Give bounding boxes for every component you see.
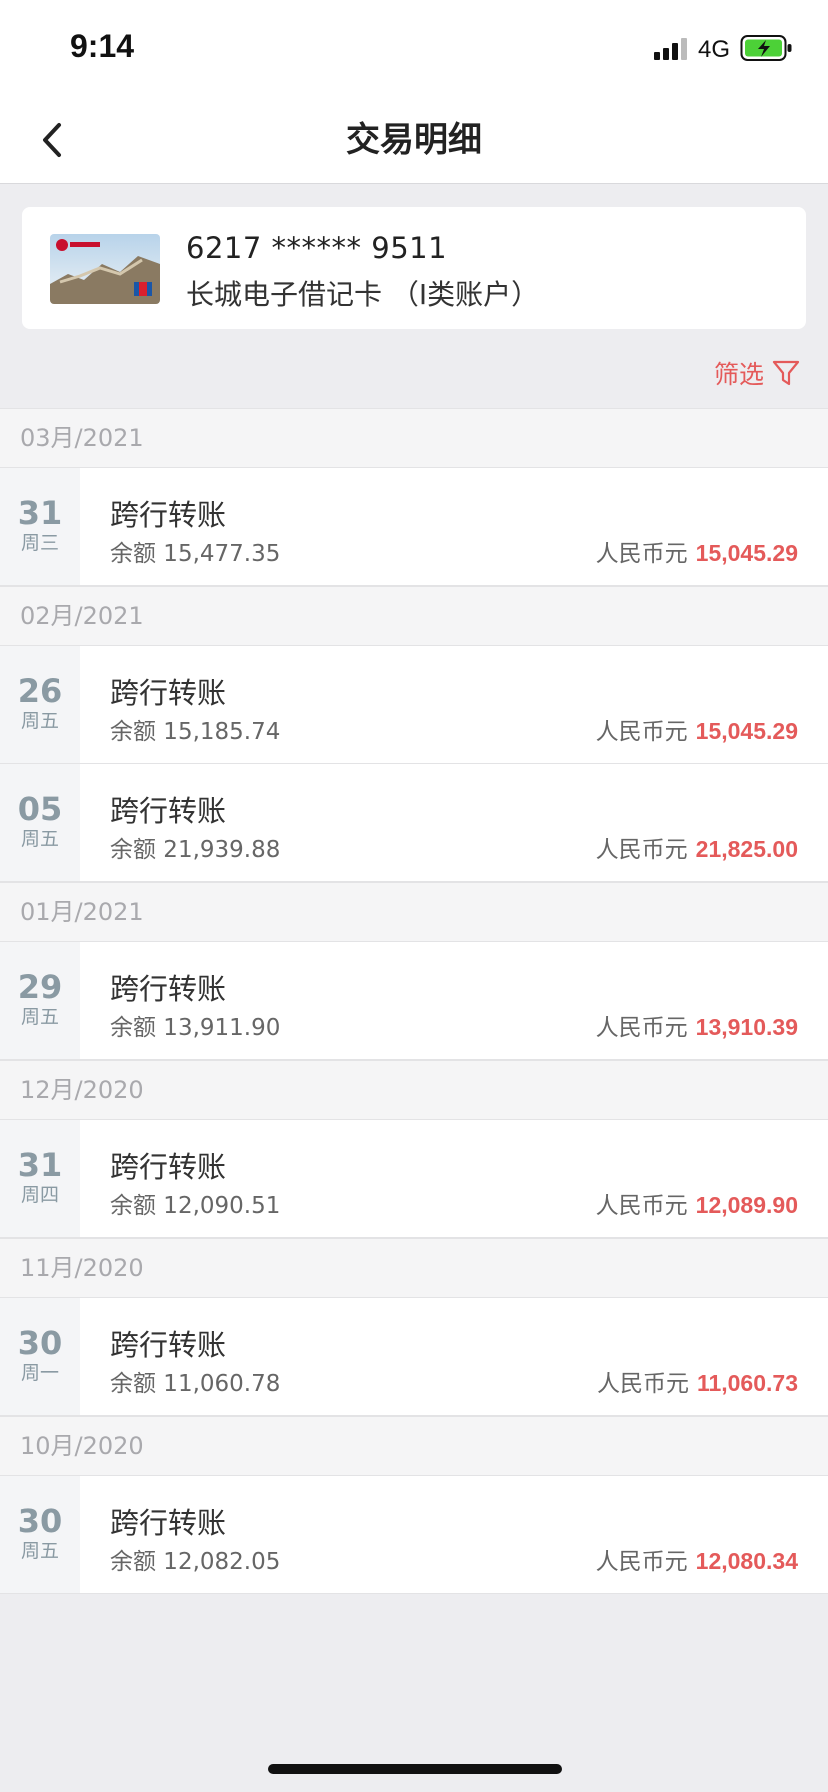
transaction-body: 跨行转账余额 12,082.05 人民币元 12,080.34 bbox=[80, 1476, 828, 1593]
transaction-currency: 人民币元 bbox=[595, 837, 688, 863]
transaction-amount-value: 15,045.29 bbox=[695, 718, 798, 744]
transaction-currency: 人民币元 bbox=[595, 1193, 688, 1219]
transaction-row[interactable]: 31 周四 跨行转账 余额 12,090.51 人民币元 12,089.90 bbox=[0, 1120, 828, 1238]
page-title: 交易明细 bbox=[346, 120, 482, 160]
transaction-type: 跨行转账 bbox=[110, 1506, 227, 1540]
transaction-balance: 余额 15,477.35 bbox=[110, 541, 281, 567]
transaction-day: 31 bbox=[17, 494, 63, 532]
filter-funnel-icon bbox=[772, 360, 800, 386]
transaction-amount: 人民币元 12,080.34 bbox=[596, 1542, 798, 1576]
filter-button[interactable]: 筛选 bbox=[700, 353, 800, 393]
transaction-amount: 人民币元 15,045.29 bbox=[596, 712, 798, 746]
filter-label: 筛选 bbox=[713, 360, 764, 389]
transaction-row[interactable]: 30 周一 跨行转账 余额 11,060.78 人民币元 11,060.73 bbox=[0, 1298, 828, 1416]
transaction-amount-value: 21,825.00 bbox=[695, 836, 798, 862]
transaction-body: 跨行转账余额 12,090.51 人民币元 12,089.90 bbox=[80, 1120, 828, 1237]
transaction-balance: 余额 12,090.51 bbox=[110, 1193, 281, 1219]
transaction-weekday: 周一 bbox=[20, 1362, 59, 1384]
transaction-amount-value: 12,089.90 bbox=[695, 1192, 798, 1218]
transaction-balance: 余额 12,082.05 bbox=[110, 1549, 281, 1575]
transaction-date: 31 周四 bbox=[0, 1120, 80, 1237]
card-name: 长城电子借记卡 （I类账户） bbox=[186, 278, 540, 311]
signal-icon bbox=[654, 38, 690, 64]
month-header: 02月/2021 bbox=[0, 586, 828, 646]
transaction-amount-value: 11,060.73 bbox=[696, 1370, 798, 1396]
transaction-date: 30 周五 bbox=[0, 1476, 80, 1593]
transaction-weekday: 周五 bbox=[20, 1540, 59, 1562]
transaction-body: 跨行转账余额 11,060.78 人民币元 11,060.73 bbox=[80, 1298, 828, 1415]
transaction-currency: 人民币元 bbox=[595, 1015, 688, 1041]
back-button[interactable] bbox=[28, 114, 76, 166]
transaction-type: 跨行转账 bbox=[110, 794, 227, 828]
transaction-type: 跨行转账 bbox=[110, 972, 227, 1006]
home-indicator[interactable] bbox=[268, 1764, 562, 1774]
transaction-weekday: 周五 bbox=[20, 828, 59, 850]
transaction-amount-value: 15,045.29 bbox=[695, 540, 798, 566]
transaction-day: 30 bbox=[17, 1324, 63, 1362]
transaction-body: 跨行转账余额 15,477.35 人民币元 15,045.29 bbox=[80, 468, 828, 585]
transaction-row[interactable]: 29 周五 跨行转账 余额 13,911.90 人民币元 13,910.39 bbox=[0, 942, 828, 1060]
transaction-balance: 余额 13,911.90 bbox=[110, 1015, 281, 1041]
transaction-amount: 人民币元 15,045.29 bbox=[596, 534, 798, 568]
transaction-weekday: 周五 bbox=[20, 1006, 59, 1028]
transaction-amount: 人民币元 11,060.73 bbox=[597, 1364, 798, 1398]
transaction-type: 跨行转账 bbox=[110, 498, 227, 532]
transaction-list: 03月/2021 31 周三 跨行转账 余额 15,477.35 人民币元 15,045.2… bbox=[0, 408, 828, 1594]
transaction-row[interactable]: 31 周三 跨行转账 余额 15,477.35 人民币元 15,045.29 bbox=[0, 468, 828, 586]
transaction-amount-value: 12,080.34 bbox=[695, 1548, 798, 1574]
transaction-row[interactable]: 30 周五 跨行转账 余额 12,082.05 人民币元 12,080.34 bbox=[0, 1476, 828, 1594]
transaction-date: 31 周三 bbox=[0, 468, 80, 585]
nav-bar: 交易明细 bbox=[0, 96, 828, 184]
month-header: 01月/2021 bbox=[0, 882, 828, 942]
transaction-day: 31 bbox=[17, 1146, 63, 1184]
transaction-day: 26 bbox=[17, 672, 63, 710]
month-header: 12月/2020 bbox=[0, 1060, 828, 1120]
transaction-amount-value: 13,910.39 bbox=[695, 1014, 798, 1040]
transaction-type: 跨行转账 bbox=[110, 1150, 227, 1184]
month-header: 10月/2020 bbox=[0, 1416, 828, 1476]
transaction-amount: 人民币元 21,825.00 bbox=[596, 830, 798, 864]
transaction-balance: 余额 15,185.74 bbox=[110, 719, 281, 745]
transaction-weekday: 周三 bbox=[20, 532, 59, 554]
transaction-currency: 人民币元 bbox=[595, 719, 688, 745]
battery-charging-icon bbox=[740, 34, 794, 66]
transaction-date: 26 周五 bbox=[0, 646, 80, 763]
transaction-type: 跨行转账 bbox=[110, 1328, 227, 1362]
transaction-row[interactable]: 05 周五 跨行转账 余额 21,939.88 人民币元 21,825.00 bbox=[0, 764, 828, 882]
transaction-weekday: 周五 bbox=[20, 710, 59, 732]
transaction-currency: 人民币元 bbox=[595, 541, 688, 567]
bank-card-image bbox=[50, 234, 160, 304]
transaction-amount: 人民币元 13,910.39 bbox=[596, 1008, 798, 1042]
transaction-day: 30 bbox=[17, 1502, 63, 1540]
card-summary[interactable]: 6217 ****** 9511 长城电子借记卡 （I类账户） bbox=[22, 207, 806, 329]
month-header: 11月/2020 bbox=[0, 1238, 828, 1298]
status-time: 9:14 bbox=[70, 28, 135, 64]
transaction-weekday: 周四 bbox=[20, 1184, 59, 1206]
transaction-day: 29 bbox=[17, 968, 63, 1006]
transaction-day: 05 bbox=[17, 790, 63, 828]
transaction-type: 跨行转账 bbox=[110, 676, 227, 710]
transaction-balance: 余额 11,060.78 bbox=[110, 1371, 281, 1397]
status-bar: 9:14 4G bbox=[0, 0, 828, 96]
transaction-date: 30 周一 bbox=[0, 1298, 80, 1415]
network-label: 4G bbox=[698, 36, 731, 63]
transaction-body: 跨行转账余额 15,185.74 人民币元 15,045.29 bbox=[80, 646, 828, 763]
transaction-balance: 余额 21,939.88 bbox=[110, 837, 281, 863]
transaction-date: 29 周五 bbox=[0, 942, 80, 1059]
transaction-currency: 人民币元 bbox=[595, 1549, 688, 1575]
transaction-date: 05 周五 bbox=[0, 764, 80, 881]
transaction-body: 跨行转账余额 13,911.90 人民币元 13,910.39 bbox=[80, 942, 828, 1059]
transaction-row[interactable]: 26 周五 跨行转账 余额 15,185.74 人民币元 15,045.29 bbox=[0, 646, 828, 764]
chevron-left-icon bbox=[43, 123, 61, 157]
card-number: 6217 ****** 9511 bbox=[186, 231, 448, 265]
transaction-amount: 人民币元 12,089.90 bbox=[596, 1186, 798, 1220]
transaction-body: 跨行转账余额 21,939.88 人民币元 21,825.00 bbox=[80, 764, 828, 881]
month-header: 03月/2021 bbox=[0, 408, 828, 468]
transaction-currency: 人民币元 bbox=[596, 1371, 689, 1397]
